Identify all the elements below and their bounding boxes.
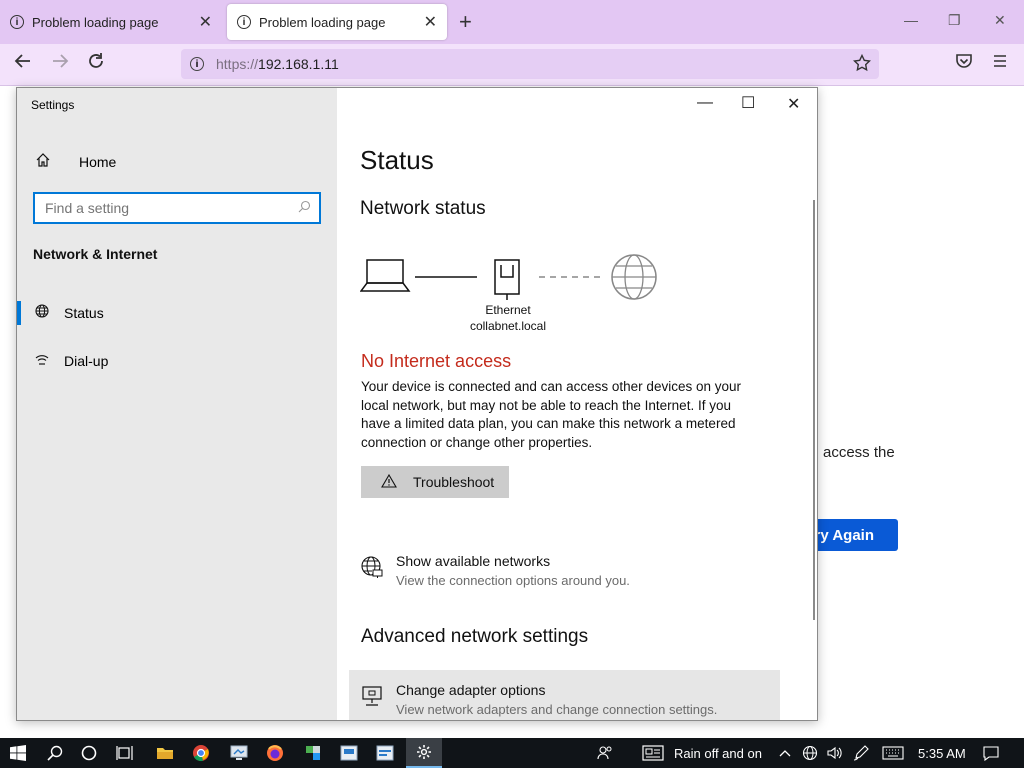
home-label: Home [79,153,117,170]
reload-icon[interactable] [87,52,105,76]
app-icon[interactable] [368,738,402,768]
app-icon[interactable] [332,738,366,768]
adapter-subtitle: View network adapters and change connect… [396,702,718,717]
page-title: Status [360,145,434,175]
try-again-button[interactable]: ry Again [808,519,898,551]
file-explorer-icon[interactable] [148,738,182,768]
url-host: 192.168.1.11 [258,56,339,72]
site-info-icon[interactable]: i [190,57,204,71]
star-icon[interactable] [852,53,872,75]
url-protocol: https:// [216,56,259,72]
home-icon [35,152,65,171]
browser-tab[interactable]: i Problem loading page ✕ [0,4,222,40]
settings-search-box[interactable] [33,192,321,224]
adapter-title: Change adapter options [396,682,546,698]
weather-news-icon[interactable] [640,738,666,768]
troubleshoot-button[interactable]: Troubleshoot [361,466,509,498]
show-networks-title: Show available networks [396,553,551,569]
sidebar-item-status[interactable]: Status [17,293,337,333]
pocket-icon[interactable] [955,52,973,76]
connection-label: Ethernet collabnet.local [447,302,569,334]
selected-indicator [17,301,21,325]
sidebar-item-label: Dial-up [64,353,109,369]
search-icon[interactable] [298,200,311,216]
change-adapter-row[interactable]: Change adapter options View network adap… [360,682,717,717]
network-status-heading: Network status [360,198,486,219]
status-description: Your device is connected and can access … [361,379,741,450]
settings-window: Settings Home Network & Internet Status [16,87,818,721]
close-tab-icon[interactable]: ✕ [199,12,212,32]
settings-content: — ☐ ✕ Status Network status Ethernet col… [337,88,817,720]
window-title: Settings [31,98,75,112]
remote-desktop-icon[interactable] [222,738,256,768]
close-icon[interactable]: ✕ [787,94,800,114]
notifications-icon[interactable] [980,738,1002,768]
network-tool-icon[interactable] [296,738,330,768]
scrollbar[interactable] [813,200,815,620]
clock-time[interactable]: 5:35 AM [918,746,966,761]
adapter-icon [360,684,384,717]
sidebar-item-label: Status [64,305,104,321]
dialup-icon [34,352,64,371]
minimize-icon[interactable]: — [697,94,713,112]
laptop-icon [360,259,411,292]
sidebar-item-dial-up[interactable]: Dial-up [17,341,337,381]
internet-globe-icon [611,254,657,300]
forward-arrow-icon[interactable] [51,52,69,76]
info-icon: i [237,15,251,29]
maximize-icon[interactable]: ☐ [741,93,755,113]
windows-start-icon[interactable] [0,738,36,768]
warning-icon [361,473,405,491]
globe-icon [34,303,64,323]
settings-sidebar: Settings Home Network & Internet Status [17,88,337,720]
tab-title: Problem loading page [32,14,159,30]
pen-ink-icon[interactable] [850,738,872,768]
settings-gear-icon[interactable] [406,738,442,768]
minimize-icon[interactable]: — [904,12,918,28]
error-page-text: access the [823,444,895,461]
network-globe-icon[interactable] [800,738,820,768]
ethernet-icon [494,259,520,300]
network-diagram [360,254,657,300]
back-arrow-icon[interactable] [14,52,32,76]
section-heading: Network & Internet [33,246,158,262]
connection-domain: collabnet.local [469,319,547,333]
selected-indicator [17,349,21,373]
search-input[interactable] [43,199,298,217]
globe-network-icon [360,555,384,588]
task-view-icon[interactable] [108,738,142,768]
plus-icon[interactable]: + [459,9,472,35]
troubleshoot-label: Troubleshoot [413,474,495,490]
browser-nav-bar: i https:// 192.168.1.11 [0,44,1024,86]
show-networks-subtitle: View the connection options around you. [396,573,630,588]
tab-title: Problem loading page [259,14,386,30]
weather-text[interactable]: Rain off and on [674,746,762,761]
url-bar[interactable]: i https:// 192.168.1.11 [181,49,879,79]
browser-tab-bar: i Problem loading page ✕ i Problem loadi… [0,0,1024,44]
volume-icon[interactable] [824,738,846,768]
cortana-icon[interactable] [72,738,106,768]
firefox-icon[interactable] [258,738,292,768]
chevron-up-icon[interactable] [776,738,794,768]
close-tab-icon[interactable]: ✕ [424,12,437,32]
home-nav-item[interactable]: Home [35,152,116,171]
windows-taskbar: Rain off and on 5:35 AM [0,738,1024,768]
hamburger-menu-icon[interactable] [991,52,1009,76]
browser-tab-active[interactable]: i Problem loading page ✕ [227,4,447,40]
connection-status-text: No Internet access [361,351,512,371]
info-icon: i [10,15,24,29]
close-window-icon[interactable]: ✕ [994,12,1006,29]
keyboard-icon[interactable] [880,738,906,768]
restore-icon[interactable]: ❐ [948,12,961,29]
search-icon[interactable] [38,738,72,768]
connection-name: Ethernet [485,303,531,317]
advanced-settings-heading: Advanced network settings [361,626,589,647]
people-icon[interactable] [594,738,616,768]
show-networks-link[interactable]: Show available networks View the connect… [360,553,630,588]
chrome-icon[interactable] [184,738,218,768]
